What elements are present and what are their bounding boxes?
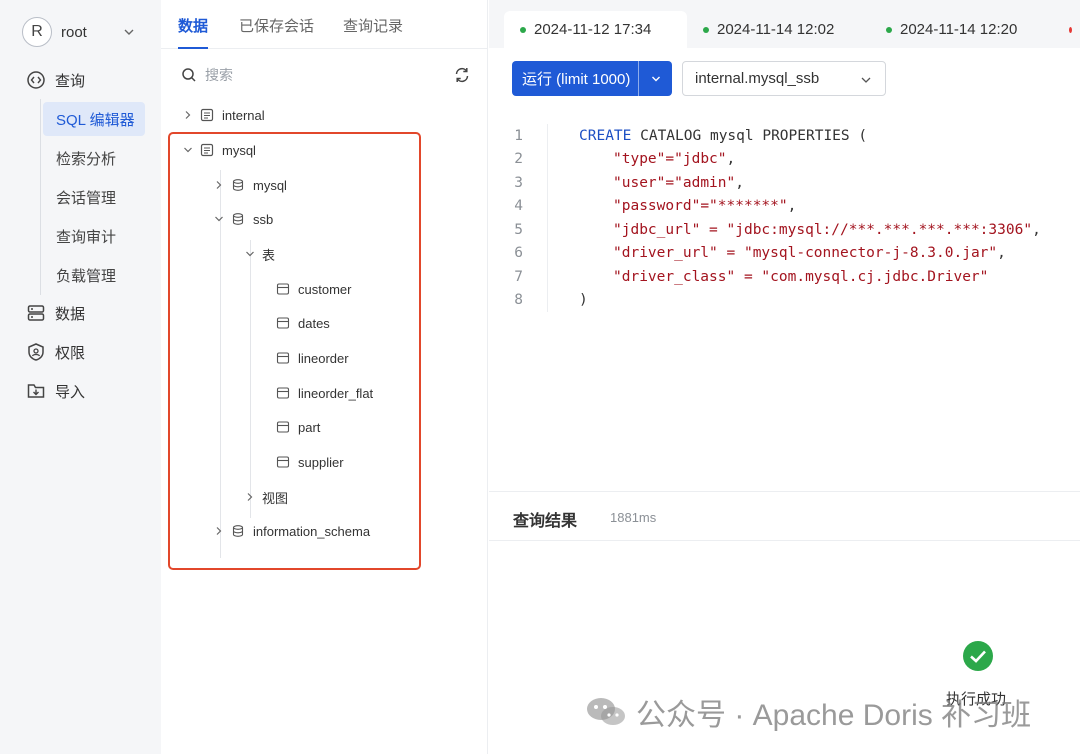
- editor-tab-label: 2024-11-14 12:02: [717, 21, 835, 38]
- nav-data[interactable]: 数据: [26, 301, 85, 325]
- editor-tab-1[interactable]: 2024-11-12 17:34: [504, 11, 687, 48]
- chevron-right-icon: [185, 111, 191, 119]
- run-button-label: 运行 (limit 1000): [522, 71, 631, 88]
- refresh-icon[interactable]: [453, 66, 471, 84]
- nav-permissions-label: 权限: [55, 344, 86, 362]
- user-menu[interactable]: R root: [22, 16, 140, 48]
- chevron-down-icon: [124, 29, 134, 35]
- status-dot: [520, 26, 526, 33]
- wechat-icon: [587, 698, 625, 725]
- result-duration: 1881ms: [610, 510, 657, 525]
- editor-tab-2[interactable]: 2024-11-14 12:02: [687, 11, 870, 48]
- editor-tabs: 2024-11-12 17:34 2024-11-14 12:02 2024-1…: [489, 0, 1080, 48]
- nav-data-label: 数据: [55, 305, 86, 323]
- catalog-icon: [200, 108, 214, 122]
- database-select[interactable]: internal.mysql_ssb: [682, 61, 886, 96]
- sql-string: "admin": [674, 175, 736, 191]
- editor-pane: 2024-11-12 17:34 2024-11-14 12:02 2024-1…: [489, 0, 1080, 754]
- sql-string: "jdbc_url": [613, 222, 701, 238]
- line-number: 6: [514, 245, 523, 261]
- sql-string: "*******": [709, 198, 788, 214]
- code-line: "password"="*******",: [613, 198, 797, 214]
- success-check-icon: [963, 641, 993, 671]
- sql-string: "driver_url": [613, 245, 718, 261]
- chevron-down-icon: [861, 77, 871, 83]
- folder-import-icon: [27, 384, 45, 398]
- nav-sql-editor[interactable]: SQL 编辑器: [43, 102, 145, 136]
- tab-data[interactable]: 数据: [178, 15, 209, 49]
- nav-import[interactable]: 导入: [26, 379, 85, 403]
- result-header: 查询结果 1881ms: [489, 491, 1080, 541]
- sql-editor[interactable]: 1 2 3 4 5 6 7 8 CREATE CATALOG mysql PRO…: [489, 124, 1080, 324]
- run-options-dropdown[interactable]: [639, 73, 672, 85]
- line-number: 3: [514, 175, 523, 191]
- nav-permissions[interactable]: 权限: [26, 340, 85, 364]
- sql-string: "driver_class": [613, 269, 736, 285]
- tree-node-catalog-internal[interactable]: internal: [182, 105, 265, 125]
- status-dot: [703, 26, 709, 33]
- watermark-text: 公众号 · Apache Doris 补习班: [636, 699, 1032, 732]
- sql-string: "user": [613, 175, 666, 191]
- tree-node-label: internal: [222, 107, 265, 123]
- highlight-box: [168, 132, 421, 570]
- nav-query-label: 查询: [55, 72, 86, 90]
- code-line: "type"="jdbc",: [613, 151, 736, 167]
- search-placeholder: 搜索: [205, 67, 233, 83]
- code-line: "user"="admin",: [613, 175, 744, 191]
- avatar: R: [22, 17, 52, 47]
- nav-sub-divider: [40, 99, 41, 295]
- status-dot: [886, 26, 892, 33]
- line-number: 8: [514, 292, 523, 308]
- tab-query-history[interactable]: 查询记录: [343, 15, 403, 49]
- line-number: 4: [514, 198, 523, 214]
- sql-string: "password": [613, 198, 701, 214]
- code-line: CREATE CATALOG mysql PROPERTIES (: [579, 128, 867, 144]
- code-line: ): [579, 292, 588, 308]
- code-line: "driver_class" = "com.mysql.cj.jdbc.Driv…: [613, 269, 989, 285]
- editor-tab-3[interactable]: 2024-11-14 12:20: [870, 11, 1053, 48]
- run-button[interactable]: 运行 (limit 1000): [512, 61, 672, 96]
- tree-search-input[interactable]: 搜索: [181, 62, 471, 88]
- editor-tab-label: 2024-11-14 12:20: [900, 21, 1018, 38]
- nav-search-analysis[interactable]: 检索分析: [43, 141, 145, 175]
- nav-session-management[interactable]: 会话管理: [43, 180, 145, 214]
- nav-import-label: 导入: [55, 383, 86, 401]
- nav-query-audit[interactable]: 查询审计: [43, 219, 145, 253]
- nav-workload-management[interactable]: 负载管理: [43, 258, 145, 292]
- sql-string: "jdbc": [674, 151, 727, 167]
- main-nav: R root 查询 SQL 编辑器 检索分析 会话管理 查询审计 负载管理 数据…: [0, 0, 161, 754]
- database-select-value: internal.mysql_ssb: [695, 70, 820, 87]
- line-number: 7: [514, 269, 523, 285]
- result-title: 查询结果: [513, 513, 578, 530]
- sql-string: "mysql-connector-j-8.3.0.jar": [743, 245, 998, 261]
- user-name: root: [61, 23, 87, 41]
- sql-string: "type": [613, 151, 666, 167]
- chevron-down-icon: [651, 76, 660, 81]
- shield-icon: [28, 343, 44, 361]
- line-number: 1: [514, 128, 523, 144]
- line-number: 2: [514, 151, 523, 167]
- sql-string: "com.mysql.cj.jdbc.Driver": [761, 269, 989, 285]
- sql-text: CATALOG mysql PROPERTIES (: [631, 128, 868, 144]
- tab-saved-sessions[interactable]: 已保存会话: [239, 15, 314, 49]
- nav-query[interactable]: 查询: [26, 68, 85, 92]
- code-line: "driver_url" = "mysql-connector-j-8.3.0.…: [613, 245, 1006, 261]
- watermark: 公众号 · Apache Doris 补习班: [584, 692, 1031, 732]
- editor-tab-4[interactable]: [1053, 11, 1080, 48]
- sql-string: "jdbc:mysql://***.***.***.***:3306": [726, 222, 1033, 238]
- editor-tab-label: 2024-11-12 17:34: [534, 21, 652, 38]
- code-line: "jdbc_url" = "jdbc:mysql://***.***.***.*…: [613, 222, 1041, 238]
- status-dot: [1069, 26, 1072, 33]
- code-icon: [27, 71, 45, 89]
- line-number: 5: [514, 222, 523, 238]
- search-icon: [182, 68, 196, 82]
- tree-tabs: 数据 已保存会话 查询记录: [161, 0, 488, 49]
- database-icon: [27, 305, 45, 321]
- sql-keyword: CREATE: [579, 128, 632, 144]
